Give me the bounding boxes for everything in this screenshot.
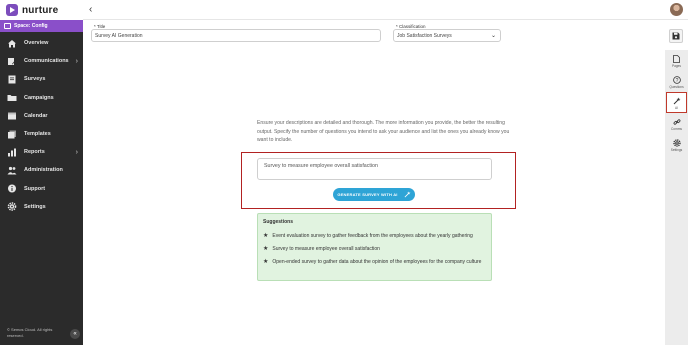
sidebar-item-support[interactable]: Support <box>0 180 83 198</box>
question-icon: ? <box>672 75 681 83</box>
sidebar-nav: Overview Communications › Surveys Campai… <box>0 32 83 216</box>
sidebar-item-label: Reports <box>24 149 45 156</box>
panel-item-ai[interactable]: AI <box>665 92 688 114</box>
magic-wand-icon <box>404 191 411 198</box>
link-icon <box>673 118 680 125</box>
info-icon <box>7 184 17 193</box>
chevron-left-icon[interactable]: ‹ <box>89 4 92 15</box>
star-icon: ★ <box>263 259 269 265</box>
avatar[interactable] <box>670 3 683 16</box>
nurture-logo-icon <box>6 4 18 16</box>
sidebar-item-label: Calendar <box>24 112 48 119</box>
save-button[interactable] <box>669 29 683 43</box>
space-selector[interactable]: Space: Config <box>0 20 83 32</box>
title-value: Survey AI Generation <box>95 32 143 39</box>
sidebar-item-label: Campaigns <box>24 94 54 101</box>
templates-icon <box>7 130 17 139</box>
home-icon <box>7 39 17 48</box>
suggestion-item[interactable]: ★ Open-ended survey to gather data about… <box>263 259 485 266</box>
page-icon <box>673 54 680 63</box>
sidebar-item-surveys[interactable]: Surveys <box>0 70 83 88</box>
classification-select[interactable]: Job Satisfaction Surveys ⌄ <box>393 29 501 42</box>
svg-text:?: ? <box>675 77 678 83</box>
people-icon <box>7 166 17 175</box>
chevron-right-icon: › <box>75 57 78 65</box>
panel-item-comms[interactable]: Comms <box>665 113 688 135</box>
generate-survey-button[interactable]: GENERATE SURVEY WITH AI <box>333 188 415 201</box>
panel-item-label: Pages <box>671 63 682 68</box>
sidebar-item-label: Surveys <box>24 76 46 83</box>
sidebar-item-overview[interactable]: Overview <box>0 34 83 52</box>
sidebar-item-label: Support <box>24 185 46 192</box>
pencil-icon <box>7 57 17 65</box>
gear-icon <box>7 202 17 212</box>
suggestion-text: Open-ended survey to gather data about t… <box>272 259 482 265</box>
sidebar-item-label: Administration <box>24 167 63 174</box>
app-name: nurture <box>22 4 59 16</box>
gear-icon <box>672 138 681 147</box>
logo[interactable]: nurture <box>0 0 83 20</box>
survey-prompt-input[interactable]: Survey to measure employee overall satis… <box>257 158 492 180</box>
panel-item-label: AI <box>674 105 678 110</box>
sidebar-item-label: Overview <box>24 40 49 47</box>
panel-item-questions[interactable]: ? Questions <box>665 71 688 93</box>
space-icon <box>4 23 11 29</box>
title-field[interactable]: Survey AI Generation <box>91 29 381 42</box>
sidebar-item-reports[interactable]: Reports › <box>0 143 83 161</box>
topbar: ‹ <box>83 0 688 20</box>
ai-instructions-text: Ensure your descriptions are detailed an… <box>257 120 510 143</box>
panel-item-label: Questions <box>669 84 684 89</box>
calendar-icon <box>7 112 17 120</box>
panel-item-label: Comms <box>671 126 682 131</box>
star-icon: ★ <box>263 233 269 239</box>
magic-wand-icon <box>673 97 680 104</box>
star-icon: ★ <box>263 246 269 252</box>
suggestion-text: Event evaluation survey to gather feedba… <box>272 233 473 239</box>
sidebar-item-communications[interactable]: Communications › <box>0 52 83 70</box>
chart-icon <box>7 148 17 157</box>
sidebar-item-label: Communications <box>24 58 69 65</box>
sidebar-item-templates[interactable]: Templates <box>0 125 83 143</box>
sidebar: nurture Space: Config Overview Communica… <box>0 0 83 345</box>
folder-icon <box>7 94 17 102</box>
panel-item-pages[interactable]: Pages <box>665 50 688 72</box>
suggestion-item[interactable]: ★ Survey to measure employee overall sat… <box>263 246 485 253</box>
panel-item-settings[interactable]: Settings <box>665 134 688 156</box>
sidebar-item-label: Templates <box>24 131 51 138</box>
sidebar-item-campaigns[interactable]: Campaigns <box>0 89 83 107</box>
classification-value: Job Satisfaction Surveys <box>397 32 452 39</box>
suggestion-item[interactable]: ★ Event evaluation survey to gather feed… <box>263 233 485 240</box>
collapse-sidebar-button[interactable]: « <box>70 329 80 339</box>
document-icon <box>7 75 17 84</box>
suggestions-panel: Suggestions ★ Event evaluation survey to… <box>257 213 492 281</box>
sidebar-item-settings[interactable]: Settings <box>0 198 83 216</box>
chevron-right-icon: › <box>75 148 78 156</box>
double-chevron-left-icon: « <box>73 331 77 337</box>
sidebar-item-administration[interactable]: Administration <box>0 161 83 179</box>
suggestion-text: Survey to measure employee overall satis… <box>272 246 380 252</box>
sidebar-item-label: Settings <box>24 203 46 210</box>
sidebar-item-calendar[interactable]: Calendar <box>0 107 83 125</box>
save-icon <box>672 32 680 40</box>
chevron-down-icon: ⌄ <box>490 33 496 39</box>
generate-survey-label: GENERATE SURVEY WITH AI <box>337 192 398 197</box>
panel-item-label: Settings <box>670 147 683 152</box>
suggestions-title: Suggestions <box>263 219 294 225</box>
survey-prompt-value: Survey to measure employee overall satis… <box>264 163 378 169</box>
space-label: Space: Config <box>14 23 48 29</box>
copyright-text: © Semos Cloud. All rights reserved. <box>7 327 53 338</box>
